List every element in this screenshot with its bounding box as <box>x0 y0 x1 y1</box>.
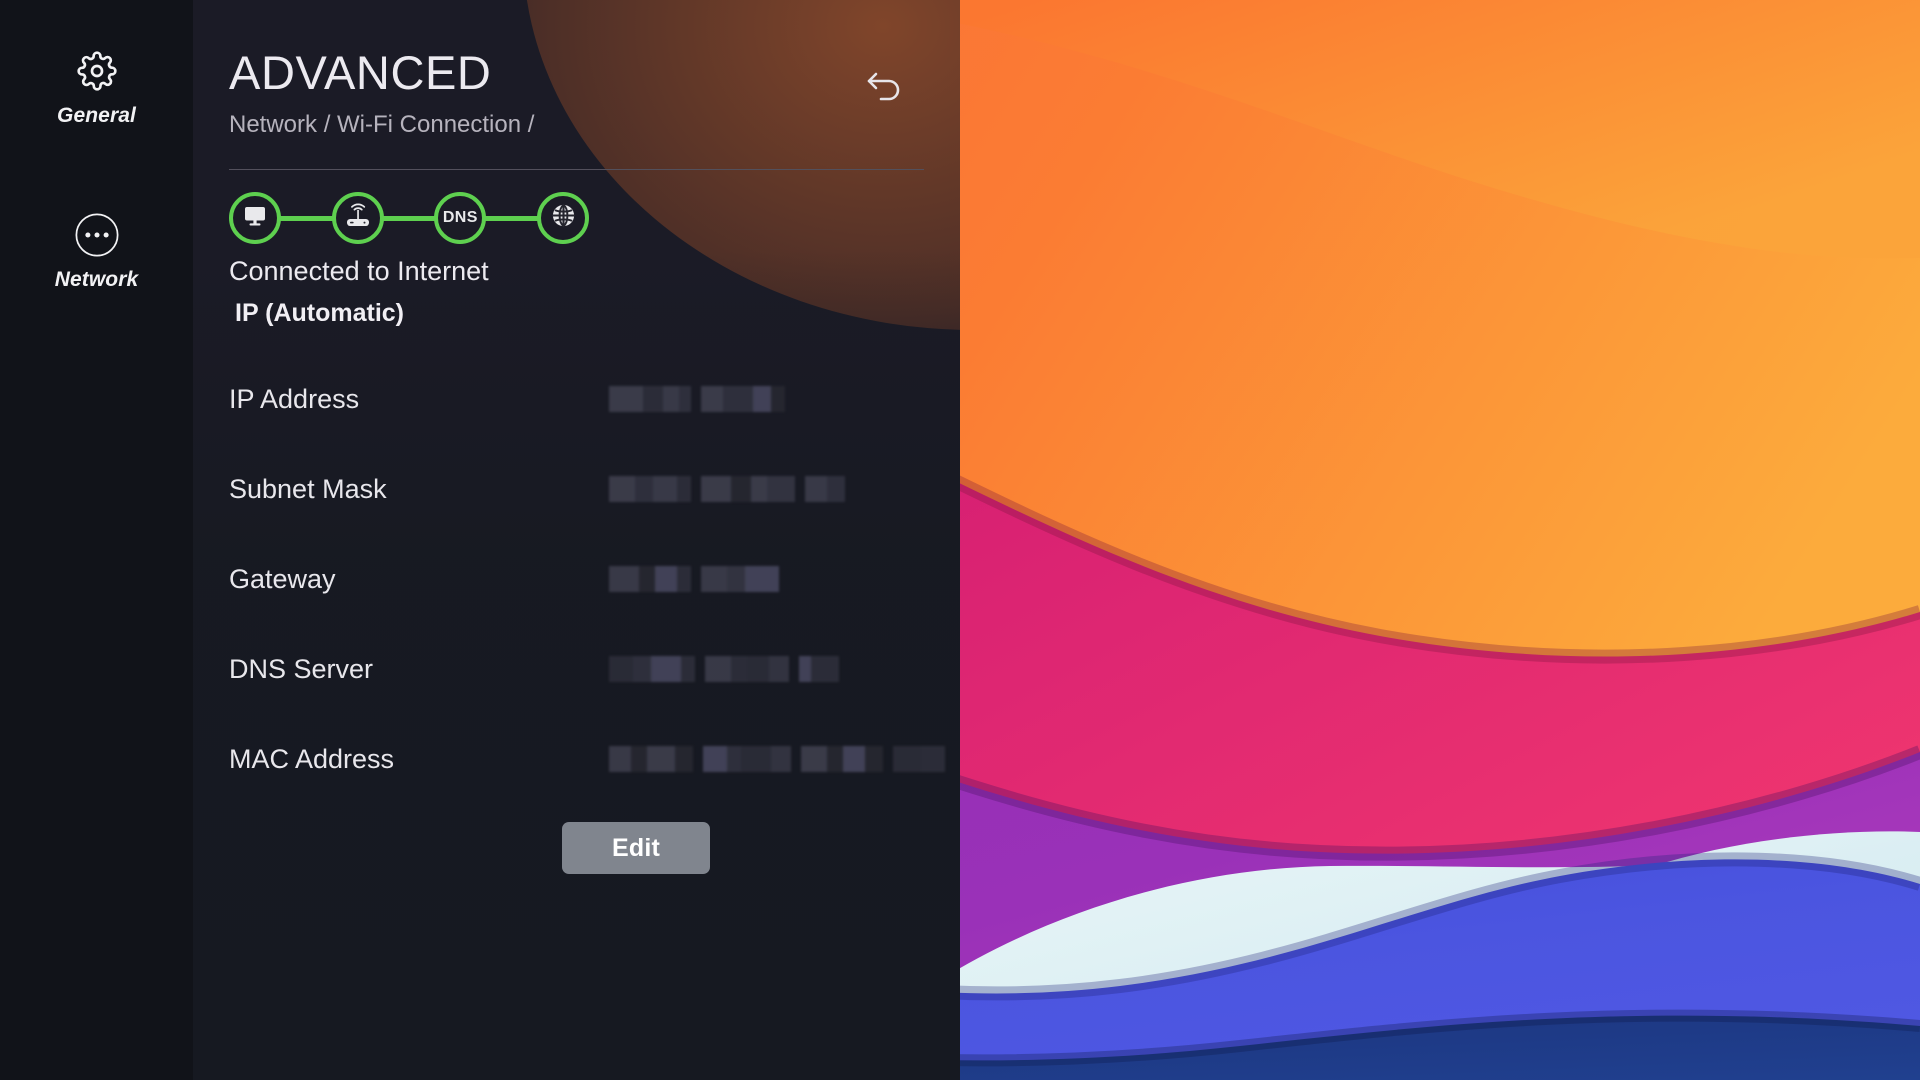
edit-button[interactable]: Edit <box>562 822 710 875</box>
row-label-gateway: Gateway <box>229 563 336 594</box>
table-row: DNS Server <box>229 624 960 714</box>
header-divider <box>229 169 924 171</box>
breadcrumb: Network / Wi-Fi Connection / <box>229 111 535 139</box>
sidebar-item-general-label: General <box>57 104 136 127</box>
connection-status-text: Connected to Internet <box>229 256 489 287</box>
sidebar: General Network <box>0 0 193 1080</box>
screen: General Network ADVANCED Network / Wi-Fi… <box>0 0 1920 1080</box>
chain-node-dns: DNS <box>434 192 487 245</box>
row-label-dns-server: DNS Server <box>229 653 374 684</box>
ellipsis-circle-icon <box>74 212 120 258</box>
redacted-value-subnet-mask <box>609 476 845 503</box>
sidebar-item-network-label: Network <box>54 268 139 291</box>
router-wifi-icon <box>343 203 373 234</box>
globe-icon <box>550 202 577 234</box>
page-title: ADVANCED <box>229 46 492 99</box>
sidebar-item-general[interactable]: General <box>0 48 193 128</box>
sidebar-item-network[interactable]: Network <box>0 212 193 292</box>
settings-window: General Network ADVANCED Network / Wi-Fi… <box>0 0 960 1080</box>
redacted-value-gateway <box>609 566 779 593</box>
row-label-subnet-mask: Subnet Mask <box>229 473 387 504</box>
table-row: MAC Address <box>229 714 960 804</box>
advanced-panel: ADVANCED Network / Wi-Fi Connection / DN… <box>193 0 960 1080</box>
ip-detail-rows: IP Address Subnet Mask Gateway DNS Serve… <box>229 354 960 804</box>
redacted-value-ip-address <box>609 386 785 413</box>
gear-icon <box>74 48 120 94</box>
chain-link-3 <box>485 215 539 221</box>
row-label-mac-address: MAC Address <box>229 743 395 774</box>
redacted-value-mac-address <box>609 746 945 773</box>
chain-link-2 <box>382 215 436 221</box>
ip-section-heading: IP (Automatic) <box>235 299 404 328</box>
chain-node-router <box>331 192 384 245</box>
connection-chain: DNS <box>229 192 590 245</box>
row-label-ip-address: IP Address <box>229 383 360 414</box>
chain-node-internet <box>537 192 590 245</box>
table-row: Gateway <box>229 534 960 624</box>
monitor-icon <box>242 204 268 233</box>
edit-button-row: Edit <box>229 822 960 875</box>
redacted-value-dns-server <box>609 656 839 683</box>
table-row: Subnet Mask <box>229 444 960 534</box>
table-row: IP Address <box>229 354 960 444</box>
chain-link-1 <box>280 215 333 221</box>
back-arrow-icon[interactable] <box>858 62 912 112</box>
chain-node-device <box>229 192 281 245</box>
dns-label: DNS <box>442 209 478 227</box>
